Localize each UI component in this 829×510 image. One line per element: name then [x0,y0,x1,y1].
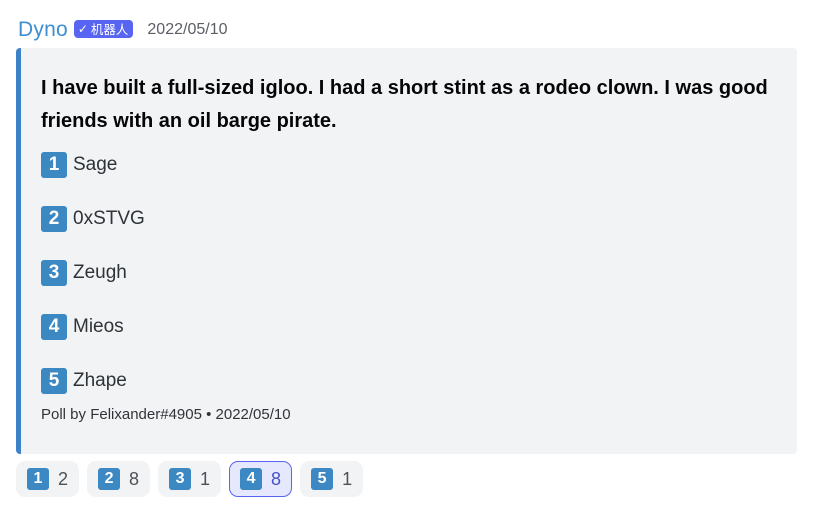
reaction-count: 8 [129,468,140,489]
poll-option-label: 0xSTVG [73,208,145,229]
reaction-button-3[interactable]: 3 1 [158,461,222,497]
keycap-1-icon: 1 [41,152,67,178]
reaction-count: 1 [342,468,353,489]
reaction-button-5[interactable]: 5 1 [300,461,364,497]
poll-option-label: Sage [73,154,118,175]
poll-option-label: Zhape [73,370,127,391]
keycap-4-icon: 4 [41,314,67,340]
poll-option: 3 Zeugh [41,260,127,286]
bot-badge: ✓ 机器人 [73,20,134,38]
reaction-button-2[interactable]: 2 8 [87,461,151,497]
poll-question: I have built a full-sized igloo. I had a… [41,77,768,132]
keycap-5-icon: 5 [311,468,334,490]
reaction-count: 1 [200,468,211,489]
bot-badge-label: 机器人 [90,22,129,37]
reaction-button-4[interactable]: 4 8 [229,461,293,497]
keycap-2-icon: 2 [41,206,67,232]
keycap-5-icon: 5 [41,368,67,394]
keycap-3-icon: 3 [41,260,67,286]
poll-embed: I have built a full-sized igloo. I had a… [16,48,797,454]
reaction-bar: 1 2 2 8 3 1 4 8 5 1 [16,461,371,497]
reaction-count: 2 [58,468,69,489]
check-icon: ✓ [77,21,88,36]
keycap-4-icon: 4 [240,468,263,490]
reaction-button-1[interactable]: 1 2 [16,461,80,497]
poll-option-label: Zeugh [73,262,127,283]
reaction-count: 8 [271,468,282,489]
message-timestamp: 2022/05/10 [147,21,228,38]
poll-option: 4 Mieos [41,314,124,340]
keycap-3-icon: 3 [169,468,192,490]
keycap-1-icon: 1 [27,468,49,490]
poll-option-label: Mieos [73,316,124,337]
message-header: Dyno ✓ 机器人 2022/05/10 [18,14,227,46]
poll-footer: Poll by Felixander#4905 • 2022/05/10 [41,406,291,423]
poll-option: 2 0xSTVG [41,206,145,232]
poll-option: 5 Zhape [41,368,127,394]
keycap-2-icon: 2 [98,468,121,490]
poll-option: 1 Sage [41,152,117,178]
author-name[interactable]: Dyno [18,18,68,42]
